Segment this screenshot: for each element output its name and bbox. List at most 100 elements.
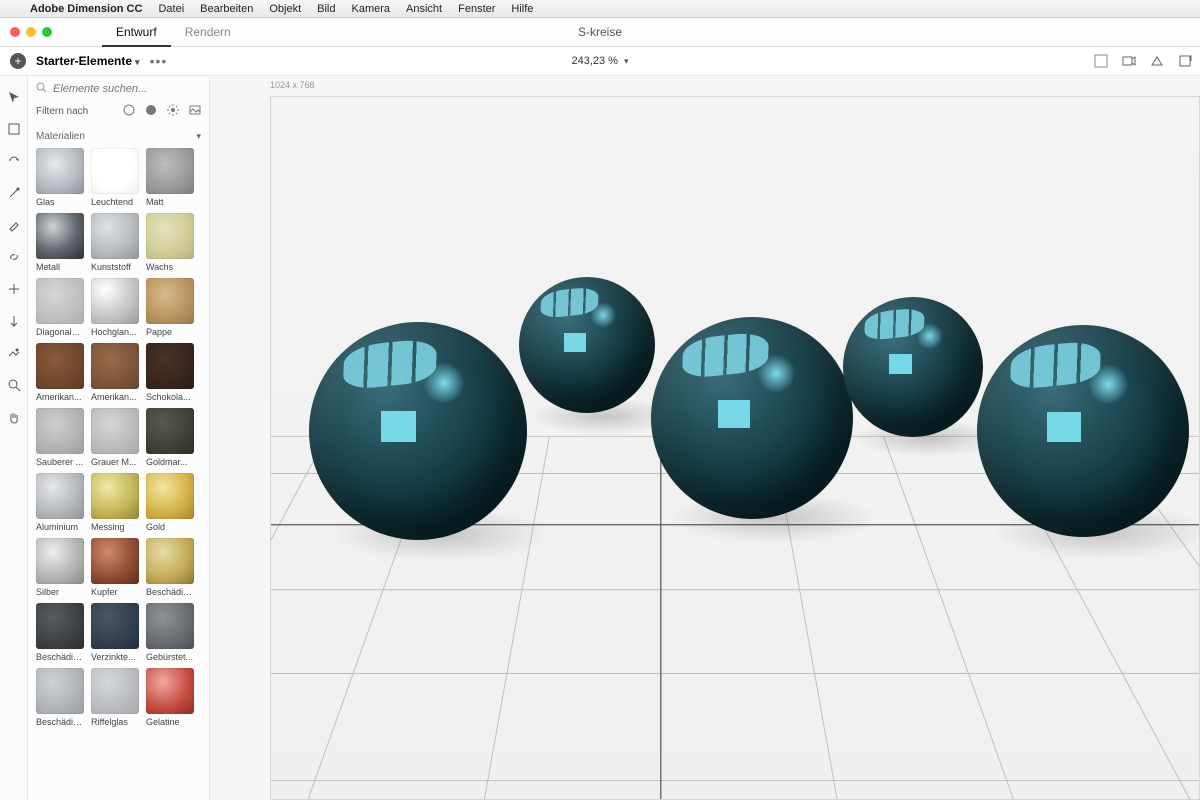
- maximize-icon[interactable]: [42, 27, 52, 37]
- menu-hilfe[interactable]: Hilfe: [503, 3, 541, 15]
- material-swatch[interactable]: [36, 148, 84, 194]
- scene-sphere[interactable]: [519, 277, 655, 413]
- material-item[interactable]: Diagonalp...: [36, 278, 84, 337]
- menu-kamera[interactable]: Kamera: [344, 3, 399, 15]
- export-icon[interactable]: [1178, 54, 1192, 68]
- material-item[interactable]: Wachs: [146, 213, 194, 272]
- material-item[interactable]: Glas: [36, 148, 84, 207]
- material-item[interactable]: Beschädig...: [36, 603, 84, 662]
- material-item[interactable]: Beschädig...: [146, 538, 194, 597]
- scene-sphere[interactable]: [843, 297, 983, 437]
- material-swatch[interactable]: [36, 668, 84, 714]
- material-item[interactable]: Schokola...: [146, 343, 194, 402]
- material-item[interactable]: Leuchtend: [91, 148, 139, 207]
- material-swatch[interactable]: [146, 278, 194, 324]
- material-item[interactable]: Aluminium: [36, 473, 84, 532]
- material-swatch[interactable]: [146, 538, 194, 584]
- material-swatch[interactable]: [91, 603, 139, 649]
- material-item[interactable]: Beschädig...: [36, 668, 84, 727]
- horizon-tool-icon[interactable]: [5, 344, 23, 362]
- material-item[interactable]: Silber: [36, 538, 84, 597]
- material-item[interactable]: Hochglan...: [91, 278, 139, 337]
- scene-sphere[interactable]: [977, 325, 1189, 537]
- material-swatch[interactable]: [146, 408, 194, 454]
- material-item[interactable]: Metall: [36, 213, 84, 272]
- material-swatch[interactable]: [91, 343, 139, 389]
- material-swatch[interactable]: [91, 408, 139, 454]
- align-tool-icon[interactable]: [5, 312, 23, 330]
- material-swatch[interactable]: [146, 213, 194, 259]
- orbit-tool-icon[interactable]: [5, 152, 23, 170]
- filter-materials-icon[interactable]: [145, 104, 157, 119]
- material-item[interactable]: Gold: [146, 473, 194, 532]
- search-input[interactable]: [53, 83, 173, 95]
- starter-dropdown[interactable]: Starter-Elemente▾: [36, 54, 140, 68]
- menu-fenster[interactable]: Fenster: [450, 3, 503, 15]
- more-icon[interactable]: •••: [150, 53, 168, 69]
- material-swatch[interactable]: [36, 473, 84, 519]
- material-item[interactable]: Goldmar...: [146, 408, 194, 467]
- material-item[interactable]: Riffelglas: [91, 668, 139, 727]
- menu-bearbeiten[interactable]: Bearbeiten: [192, 3, 261, 15]
- material-item[interactable]: Amerikan...: [36, 343, 84, 402]
- material-item[interactable]: Kunststoff: [91, 213, 139, 272]
- material-item[interactable]: Amerikan...: [91, 343, 139, 402]
- zoom-dropdown[interactable]: 243,23 % ▾: [571, 55, 628, 67]
- menu-datei[interactable]: Datei: [150, 3, 192, 15]
- material-item[interactable]: Gebürstet...: [146, 603, 194, 662]
- material-label: Matt: [146, 197, 194, 207]
- grid-toggle-icon[interactable]: [1094, 54, 1108, 68]
- material-swatch[interactable]: [91, 538, 139, 584]
- material-swatch[interactable]: [36, 278, 84, 324]
- material-swatch[interactable]: [146, 668, 194, 714]
- material-swatch[interactable]: [36, 408, 84, 454]
- material-swatch[interactable]: [36, 343, 84, 389]
- material-swatch[interactable]: [146, 603, 194, 649]
- menu-ansicht[interactable]: Ansicht: [398, 3, 450, 15]
- wand-tool-icon[interactable]: [5, 184, 23, 202]
- filter-models-icon[interactable]: [123, 104, 135, 119]
- add-icon[interactable]: +: [10, 53, 26, 69]
- render-preview-icon[interactable]: [1150, 54, 1164, 68]
- minimize-icon[interactable]: [26, 27, 36, 37]
- material-swatch[interactable]: [91, 148, 139, 194]
- material-swatch[interactable]: [146, 148, 194, 194]
- viewport[interactable]: 1024 x 768: [210, 76, 1200, 800]
- link-tool-icon[interactable]: [5, 248, 23, 266]
- material-swatch[interactable]: [91, 278, 139, 324]
- material-swatch[interactable]: [36, 538, 84, 584]
- camera-bookmark-icon[interactable]: [1122, 54, 1136, 68]
- menu-bild[interactable]: Bild: [309, 3, 343, 15]
- menu-objekt[interactable]: Objekt: [261, 3, 309, 15]
- sampler-tool-icon[interactable]: [5, 216, 23, 234]
- material-swatch[interactable]: [36, 603, 84, 649]
- material-item[interactable]: Sauberer ...: [36, 408, 84, 467]
- rect-tool-icon[interactable]: [5, 120, 23, 138]
- material-item[interactable]: Matt: [146, 148, 194, 207]
- material-item[interactable]: Grauer M...: [91, 408, 139, 467]
- material-swatch[interactable]: [146, 343, 194, 389]
- zoom-tool-icon[interactable]: [5, 376, 23, 394]
- hand-tool-icon[interactable]: [5, 408, 23, 426]
- close-icon[interactable]: [10, 27, 20, 37]
- filter-images-icon[interactable]: [189, 104, 201, 119]
- material-swatch[interactable]: [36, 213, 84, 259]
- canvas[interactable]: [270, 96, 1200, 800]
- material-item[interactable]: Gelatine: [146, 668, 194, 727]
- scene-sphere[interactable]: [651, 317, 853, 519]
- add-tool-icon[interactable]: [5, 280, 23, 298]
- tab-rendern[interactable]: Rendern: [171, 18, 245, 47]
- tab-entwurf[interactable]: Entwurf: [102, 18, 171, 47]
- material-swatch[interactable]: [146, 473, 194, 519]
- filter-lights-icon[interactable]: [167, 104, 179, 119]
- material-item[interactable]: Messing: [91, 473, 139, 532]
- material-item[interactable]: Pappe: [146, 278, 194, 337]
- material-swatch[interactable]: [91, 668, 139, 714]
- material-item[interactable]: Verzinkte...: [91, 603, 139, 662]
- section-header[interactable]: Materialien ▾: [28, 127, 209, 148]
- scene-sphere[interactable]: [309, 322, 527, 540]
- material-item[interactable]: Kupfer: [91, 538, 139, 597]
- material-swatch[interactable]: [91, 473, 139, 519]
- select-tool-icon[interactable]: [5, 88, 23, 106]
- material-swatch[interactable]: [91, 213, 139, 259]
